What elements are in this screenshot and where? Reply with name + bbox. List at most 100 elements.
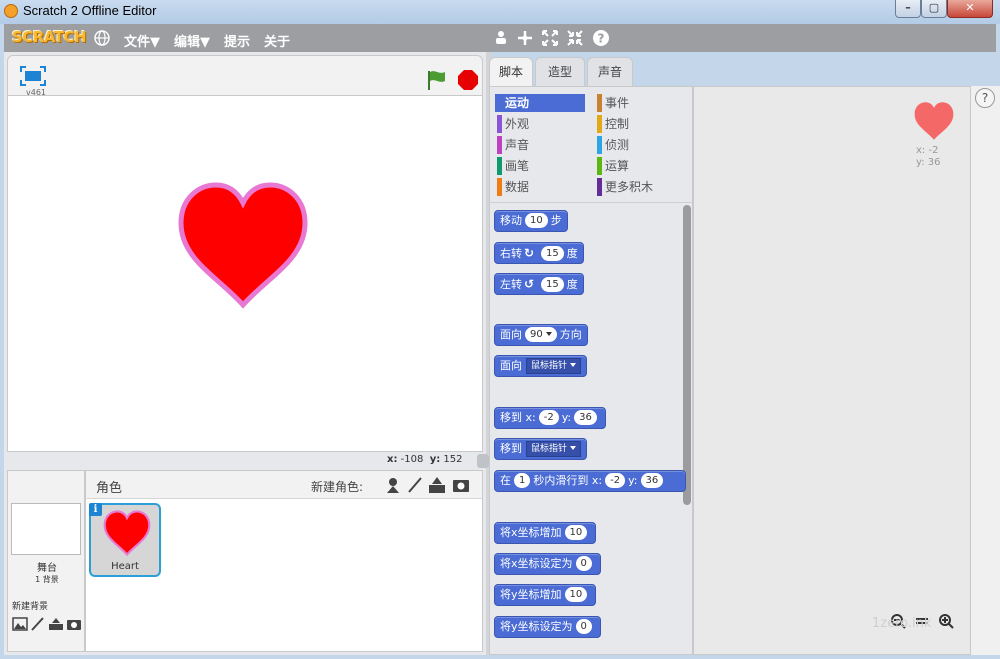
category-control[interactable]: 控制 xyxy=(595,115,683,133)
minimize-icon: – xyxy=(905,1,911,14)
maximize-button[interactable]: ▢ xyxy=(921,0,947,18)
grow-icon[interactable] xyxy=(541,29,559,47)
sprite-name: Heart xyxy=(111,561,139,572)
category-motion[interactable]: 运动 xyxy=(495,94,585,112)
minimize-button[interactable]: – xyxy=(895,0,921,18)
dropdown-arrow-icon xyxy=(570,363,577,367)
zoom-in-icon[interactable] xyxy=(938,613,954,629)
stage-header: v461 xyxy=(7,55,483,97)
data-swatch xyxy=(497,178,502,196)
help-icon[interactable]: ? xyxy=(592,29,610,47)
collapse-stage-handle[interactable] xyxy=(477,454,489,468)
block-turn-right[interactable]: 右转 ↻ 15 度 xyxy=(494,242,584,264)
tab-sounds[interactable]: 声音 xyxy=(587,57,633,87)
more-blocks-swatch xyxy=(597,178,602,196)
help-button[interactable]: ? xyxy=(975,88,995,108)
stage-label: 舞台 xyxy=(37,563,57,574)
category-sensing[interactable]: 侦测 xyxy=(595,136,683,154)
language-globe-icon[interactable] xyxy=(94,30,110,46)
window-title: Scratch 2 Offline Editor xyxy=(23,3,157,18)
menu-file[interactable]: 文件▼ xyxy=(124,31,160,50)
paint-backdrop-icon[interactable] xyxy=(30,617,46,631)
rotate-counterclockwise-icon: ↺ xyxy=(524,277,535,291)
category-pen[interactable]: 画笔 xyxy=(495,157,583,175)
dropdown-arrow-icon xyxy=(545,332,552,336)
palette-scrollbar[interactable] xyxy=(683,205,691,505)
new-backdrop-label: 新建背景 xyxy=(12,602,49,612)
tab-scripts[interactable]: 脚本 xyxy=(489,57,533,87)
close-button[interactable]: ✕ xyxy=(947,0,993,18)
cut-icon[interactable] xyxy=(516,29,534,47)
sprite-ghost-heart-icon xyxy=(914,102,954,140)
category-sound[interactable]: 声音 xyxy=(495,136,583,154)
stage-selector[interactable]: 舞台 1 背景 新建背景 xyxy=(7,470,85,652)
sprites-title: 角色 xyxy=(96,481,123,496)
maximize-icon: ▢ xyxy=(928,1,940,14)
scratch-app-icon xyxy=(4,4,18,18)
sound-swatch xyxy=(497,136,502,154)
block-change-x[interactable]: 将x坐标增加 10 xyxy=(494,522,597,544)
new-sprite-label: 新建角色: xyxy=(311,480,364,494)
control-swatch xyxy=(597,115,602,133)
category-more-blocks[interactable]: 更多积木 xyxy=(595,178,683,196)
heart-thumbnail-icon xyxy=(103,510,151,556)
menu-edit[interactable]: 编辑▼ xyxy=(174,31,210,50)
upload-backdrop-icon[interactable] xyxy=(48,617,64,631)
presentation-mode-icon[interactable] xyxy=(20,66,46,86)
sprite-position-readout: x: -2 y: 36 xyxy=(916,145,941,168)
block-go-to[interactable]: 移到 鼠标指针 xyxy=(494,438,588,460)
block-palette: 运动 事件 外观 控制 声音 侦测 画笔 运算 数据 更多积木 移动 10 步 右转… xyxy=(489,86,693,655)
app-window: Scratch 2 Offline Editor – ▢ ✕ SCRATCH 文… xyxy=(0,0,1000,659)
shrink-icon[interactable] xyxy=(566,29,584,47)
backdrop-library-icon[interactable] xyxy=(12,617,28,631)
sprite-list: 角色 新建角色: i Heart xyxy=(85,470,483,652)
menu-tips[interactable]: 提示 xyxy=(224,31,250,50)
block-change-y[interactable]: 将y坐标增加 10 xyxy=(494,584,597,606)
sprite-pane: 舞台 1 背景 新建背景 角色 新建角色: i Heart xyxy=(4,467,486,655)
category-looks[interactable]: 外观 xyxy=(495,115,583,133)
camera-backdrop-icon[interactable] xyxy=(66,617,82,631)
block-go-to-xy[interactable]: 移到 x: -2 y: 36 xyxy=(494,407,606,429)
green-flag-icon[interactable] xyxy=(426,69,448,91)
paint-sprite-icon[interactable] xyxy=(406,476,424,494)
category-events[interactable]: 事件 xyxy=(595,94,683,112)
camera-sprite-icon[interactable] xyxy=(452,476,470,494)
title-bar: Scratch 2 Offline Editor – ▢ ✕ xyxy=(0,0,1000,24)
menu-bar: SCRATCH 文件▼ 编辑▼ 提示 关于 ? xyxy=(4,24,996,52)
duplicate-icon[interactable] xyxy=(492,29,510,47)
category-operators[interactable]: 运算 xyxy=(595,157,683,175)
category-data[interactable]: 数据 xyxy=(495,178,583,196)
block-set-x[interactable]: 将x坐标设定为 0 xyxy=(494,553,601,575)
block-point-towards[interactable]: 面向 鼠标指针 xyxy=(494,355,588,377)
scratch-logo[interactable]: SCRATCH xyxy=(12,28,87,46)
svg-text:?: ? xyxy=(598,32,605,46)
block-point-in-direction[interactable]: 面向 90 方向 xyxy=(494,324,588,346)
operators-swatch xyxy=(597,157,602,175)
block-turn-left[interactable]: 左转 ↺ 15 度 xyxy=(494,273,584,295)
category-list: 运动 事件 外观 控制 声音 侦测 画笔 运算 数据 更多积木 xyxy=(490,87,692,203)
stop-sign-icon[interactable] xyxy=(457,69,479,91)
heart-sprite[interactable] xyxy=(178,181,308,309)
mouse-coordinates: x: -108 y: 152 xyxy=(387,454,463,465)
sprite-list-header: 角色 新建角色: xyxy=(86,471,482,499)
looks-swatch xyxy=(497,115,502,133)
right-margin xyxy=(971,86,1000,655)
scripts-area[interactable]: x: -2 y: 36 xyxy=(693,86,971,655)
upload-sprite-icon[interactable] xyxy=(428,476,446,494)
block-set-y[interactable]: 将y坐标设定为 0 xyxy=(494,616,601,638)
stage-canvas[interactable] xyxy=(7,95,483,452)
sensing-swatch xyxy=(597,136,602,154)
pen-swatch xyxy=(497,157,502,175)
block-glide[interactable]: 在 1 秒内滑行到 x: -2 y: 36 xyxy=(494,470,686,492)
info-icon[interactable]: i xyxy=(89,503,102,516)
rotate-clockwise-icon: ↻ xyxy=(524,246,535,260)
sprite-library-icon[interactable] xyxy=(384,476,402,494)
backdrop-count: 1 背景 xyxy=(35,575,59,584)
sprite-thumbnail-heart[interactable]: i Heart xyxy=(89,503,161,577)
block-move-steps[interactable]: 移动 10 步 xyxy=(494,210,568,232)
close-icon: ✕ xyxy=(965,1,975,14)
tab-costumes[interactable]: 造型 xyxy=(535,57,585,87)
menu-about[interactable]: 关于 xyxy=(264,31,290,50)
dropdown-arrow-icon xyxy=(570,446,577,450)
stage-thumbnail[interactable] xyxy=(11,503,81,555)
